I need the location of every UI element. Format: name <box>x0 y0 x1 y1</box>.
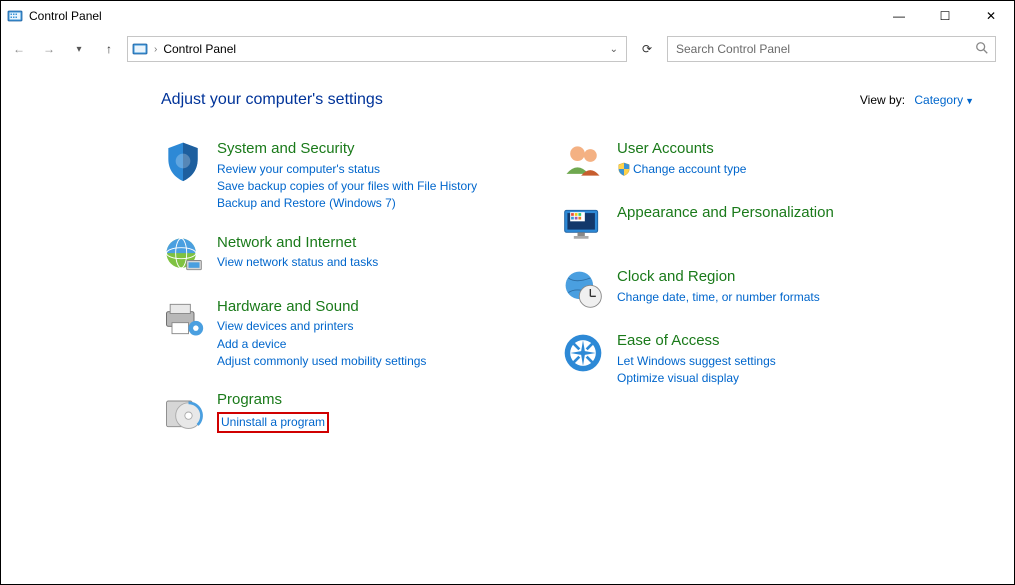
clock-globe-icon <box>561 267 605 311</box>
category-title[interactable]: User Accounts <box>617 139 746 159</box>
view-by: View by: Category▼ <box>860 93 974 107</box>
shield-icon <box>161 139 205 183</box>
category-user-accounts: User Accounts Change account type <box>561 139 861 183</box>
category-title[interactable]: Hardware and Sound <box>217 297 426 317</box>
refresh-button[interactable]: ⟳ <box>633 36 661 62</box>
back-button[interactable]: ← <box>7 37 31 61</box>
link-suggest-settings[interactable]: Let Windows suggest settings <box>617 353 776 370</box>
link-uninstall-program[interactable]: Uninstall a program <box>221 415 325 429</box>
content-area: Adjust your computer's settings View by:… <box>1 67 1014 454</box>
recent-dropdown[interactable]: ▾ <box>67 37 91 61</box>
link-network-status[interactable]: View network status and tasks <box>217 254 378 271</box>
link-mobility[interactable]: Adjust commonly used mobility settings <box>217 353 426 370</box>
category-appearance: Appearance and Personalization <box>561 203 861 247</box>
category-title[interactable]: Network and Internet <box>217 233 378 253</box>
search-bar[interactable] <box>667 36 996 62</box>
link-optimize-visual[interactable]: Optimize visual display <box>617 370 776 387</box>
control-panel-icon <box>132 41 148 57</box>
category-clock: Clock and Region Change date, time, or n… <box>561 267 861 311</box>
highlight-uninstall: Uninstall a program <box>217 412 329 433</box>
breadcrumb[interactable]: Control Panel <box>163 42 599 56</box>
address-bar[interactable]: › Control Panel ⌄ <box>127 36 627 62</box>
control-panel-icon <box>7 8 23 24</box>
category-title[interactable]: Programs <box>217 390 329 410</box>
page-header: Adjust your computer's settings View by:… <box>161 91 974 109</box>
category-ease-of-access: Ease of Access Let Windows suggest setti… <box>561 331 861 387</box>
up-button[interactable]: ↑ <box>97 37 121 61</box>
forward-button[interactable]: → <box>37 37 61 61</box>
chevron-right-icon: › <box>154 44 157 55</box>
category-title[interactable]: Ease of Access <box>617 331 776 351</box>
titlebar: Control Panel — ☐ ✕ <box>1 1 1014 31</box>
monitor-icon <box>561 203 605 247</box>
disc-icon <box>161 390 205 434</box>
link-add-device[interactable]: Add a device <box>217 336 426 353</box>
ease-of-access-icon <box>561 331 605 375</box>
search-input[interactable] <box>674 41 975 57</box>
maximize-button[interactable]: ☐ <box>922 1 968 31</box>
close-button[interactable]: ✕ <box>968 1 1014 31</box>
link-date-time-formats[interactable]: Change date, time, or number formats <box>617 289 820 306</box>
link-change-account-type[interactable]: Change account type <box>617 161 746 178</box>
window-title: Control Panel <box>29 9 102 23</box>
category-title[interactable]: System and Security <box>217 139 477 159</box>
view-by-value[interactable]: Category <box>914 93 963 107</box>
link-file-history[interactable]: Save backup copies of your files with Fi… <box>217 178 477 195</box>
uac-shield-icon <box>617 162 631 176</box>
category-programs: Programs Uninstall a program <box>161 390 501 434</box>
category-hardware: Hardware and Sound View devices and prin… <box>161 297 501 371</box>
category-title[interactable]: Appearance and Personalization <box>617 203 834 223</box>
category-title[interactable]: Clock and Region <box>617 267 820 287</box>
chevron-down-icon[interactable]: ▼ <box>965 96 974 106</box>
globe-icon <box>161 233 205 277</box>
search-icon <box>975 41 989 58</box>
link-devices-printers[interactable]: View devices and printers <box>217 318 426 335</box>
category-network: Network and Internet View network status… <box>161 233 501 277</box>
users-icon <box>561 139 605 183</box>
link-review-status[interactable]: Review your computer's status <box>217 161 477 178</box>
category-system-security: System and Security Review your computer… <box>161 139 501 213</box>
view-by-label: View by: <box>860 93 905 107</box>
page-title: Adjust your computer's settings <box>161 91 860 109</box>
minimize-button[interactable]: — <box>876 1 922 31</box>
printer-icon <box>161 297 205 341</box>
chevron-down-icon[interactable]: ⌄ <box>606 44 622 55</box>
link-backup-restore[interactable]: Backup and Restore (Windows 7) <box>217 195 477 212</box>
nav-row: ← → ▾ ↑ › Control Panel ⌄ ⟳ <box>1 31 1014 67</box>
